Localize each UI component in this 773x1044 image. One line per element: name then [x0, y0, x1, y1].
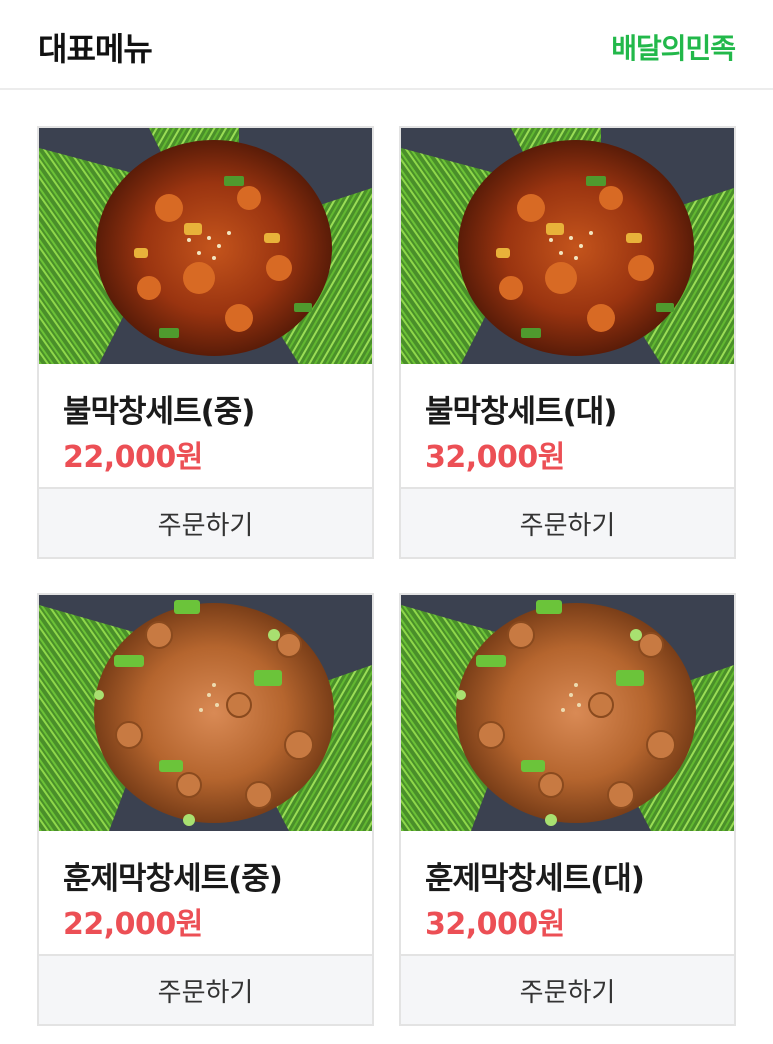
smoked-gopchang-photo — [401, 595, 734, 831]
menu-price: 32,000원 — [425, 440, 565, 475]
menu-name: 훈제막창세트(중) — [63, 861, 283, 897]
menu-card[interactable]: 불막창세트(중) 22,000원 주문하기 — [37, 126, 374, 559]
menu-card[interactable]: 불막창세트(대) 32,000원 주문하기 — [399, 126, 736, 559]
order-button[interactable]: 주문하기 — [39, 487, 372, 557]
menu-name: 불막창세트(중) — [63, 394, 255, 430]
menu-name: 훈제막창세트(대) — [425, 861, 645, 897]
order-button[interactable]: 주문하기 — [39, 954, 372, 1024]
menu-name: 불막창세트(대) — [425, 394, 617, 430]
order-button[interactable]: 주문하기 — [401, 487, 734, 557]
menu-price: 22,000원 — [63, 907, 203, 942]
spicy-gopchang-photo — [39, 128, 372, 364]
order-button[interactable]: 주문하기 — [401, 954, 734, 1024]
menu-price: 22,000원 — [63, 440, 203, 475]
spicy-gopchang-photo — [401, 128, 734, 364]
menu-card[interactable]: 훈제막창세트(중) 22,000원 주문하기 — [37, 593, 374, 1026]
smoked-gopchang-photo — [39, 595, 372, 831]
menu-card[interactable]: 훈제막창세트(대) 32,000원 주문하기 — [399, 593, 736, 1026]
menu-grid: 불막창세트(중) 22,000원 주문하기 불막창세트(대) 32,000원 주… — [0, 0, 773, 1044]
menu-price: 32,000원 — [425, 907, 565, 942]
